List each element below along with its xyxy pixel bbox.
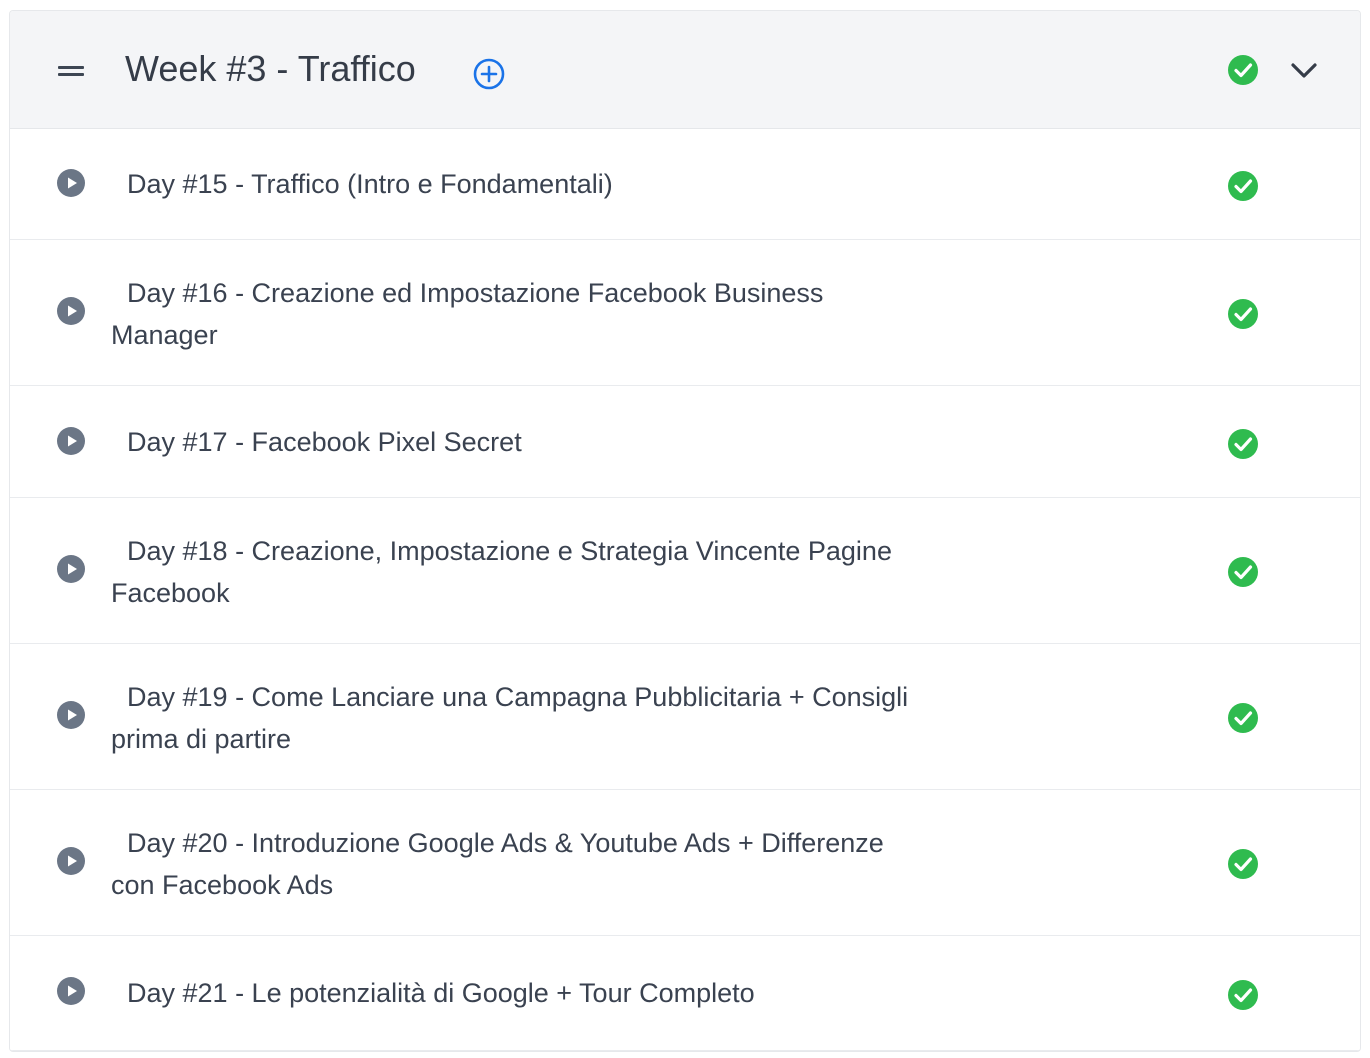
check-circle-icon — [1226, 53, 1260, 87]
lesson-title[interactable]: Day #16 - Creazione ed Impostazione Face… — [111, 272, 911, 356]
check-circle-icon — [1226, 297, 1260, 331]
play-icon[interactable] — [56, 554, 86, 584]
add-circle-icon[interactable] — [472, 57, 506, 91]
lesson-title[interactable]: Day #18 - Creazione, Impostazione e Stra… — [111, 530, 911, 614]
lesson-title[interactable]: Day #21 - Le potenzialità di Google + To… — [111, 972, 911, 1014]
play-icon[interactable] — [56, 426, 86, 456]
section-panel: Week #3 - Traffico Day #15 - Traffico (I… — [9, 10, 1361, 1052]
play-icon[interactable] — [56, 700, 86, 730]
section-header[interactable]: Week #3 - Traffico — [10, 11, 1360, 129]
play-icon[interactable] — [56, 846, 86, 876]
lesson-row[interactable]: Day #20 - Introduzione Google Ads & Yout… — [10, 790, 1360, 936]
play-icon[interactable] — [56, 296, 86, 326]
play-icon[interactable] — [56, 976, 86, 1006]
chevron-down-icon[interactable] — [1288, 55, 1320, 85]
play-icon[interactable] — [56, 168, 86, 198]
lesson-title[interactable]: Day #17 - Facebook Pixel Secret — [111, 421, 911, 463]
check-circle-icon — [1226, 169, 1260, 203]
lesson-row[interactable]: Day #15 - Traffico (Intro e Fondamentali… — [10, 129, 1360, 240]
check-circle-icon — [1226, 978, 1260, 1012]
check-circle-icon — [1226, 555, 1260, 589]
lesson-title[interactable]: Day #20 - Introduzione Google Ads & Yout… — [111, 822, 911, 906]
section-title: Week #3 - Traffico — [125, 48, 416, 89]
lesson-row[interactable]: Day #18 - Creazione, Impostazione e Stra… — [10, 498, 1360, 644]
lesson-title[interactable]: Day #19 - Come Lanciare una Campagna Pub… — [111, 676, 911, 760]
lesson-row[interactable]: Day #16 - Creazione ed Impostazione Face… — [10, 240, 1360, 386]
check-circle-icon — [1226, 427, 1260, 461]
check-circle-icon — [1226, 847, 1260, 881]
lesson-row[interactable]: Day #21 - Le potenzialità di Google + To… — [10, 936, 1360, 1051]
lesson-title[interactable]: Day #15 - Traffico (Intro e Fondamentali… — [111, 163, 911, 205]
drag-handle-icon[interactable] — [56, 61, 86, 81]
check-circle-icon — [1226, 701, 1260, 735]
lesson-row[interactable]: Day #19 - Come Lanciare una Campagna Pub… — [10, 644, 1360, 790]
lesson-row[interactable]: Day #17 - Facebook Pixel Secret — [10, 386, 1360, 498]
